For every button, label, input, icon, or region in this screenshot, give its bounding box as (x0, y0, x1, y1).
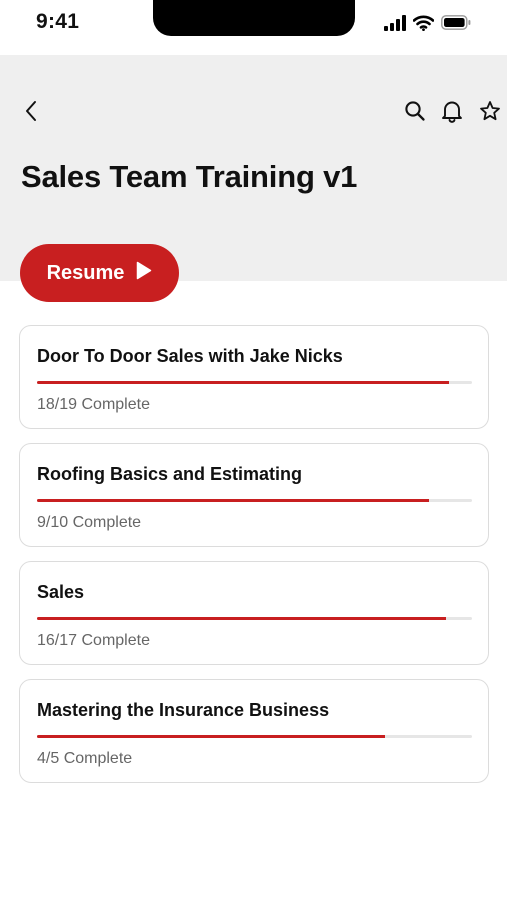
signal-bars-icon (384, 14, 406, 36)
course-status: 4/5 Complete (37, 750, 133, 767)
course-progress-bar (37, 735, 472, 738)
resume-button[interactable]: Resume (20, 244, 179, 302)
page-title: Sales Team Training v1 (21, 159, 358, 194)
course-status: 9/10 Complete (37, 514, 142, 531)
course-status: 16/17 Complete (37, 632, 150, 649)
status-time: 9:41 (36, 10, 80, 33)
course-progress-fill (37, 499, 429, 502)
bell-icon[interactable] (440, 98, 464, 124)
course-card[interactable]: Sales 16/17 Complete (19, 561, 489, 665)
course-title: Mastering the Insurance Business (37, 700, 330, 720)
course-title: Sales (37, 582, 85, 602)
back-chevron-icon[interactable] (19, 98, 43, 124)
course-title: Door To Door Sales with Jake Nicks (37, 346, 343, 366)
star-icon[interactable] (478, 99, 502, 123)
device-notch (153, 0, 355, 36)
course-title: Roofing Basics and Estimating (37, 464, 303, 484)
status-icons (384, 14, 471, 36)
wifi-icon (412, 15, 435, 36)
course-card[interactable]: Roofing Basics and Estimating 9/10 Compl… (19, 443, 489, 547)
course-progress-bar (37, 617, 472, 620)
course-progress-fill (37, 617, 447, 620)
status-bar: 9:41 (0, 0, 507, 55)
course-progress-fill (37, 381, 449, 384)
course-list: Door To Door Sales with Jake Nicks 18/19… (19, 325, 489, 797)
resume-button-label: Resume (46, 261, 125, 284)
course-card[interactable]: Mastering the Insurance Business 4/5 Com… (19, 679, 489, 783)
search-icon[interactable] (403, 99, 427, 123)
course-progress-bar (37, 499, 472, 502)
course-status: 18/19 Complete (37, 396, 150, 413)
course-progress-bar (37, 381, 472, 384)
course-card[interactable]: Door To Door Sales with Jake Nicks 18/19… (19, 325, 489, 429)
course-progress-fill (37, 735, 385, 738)
play-icon (136, 261, 152, 286)
battery-icon (441, 15, 471, 35)
